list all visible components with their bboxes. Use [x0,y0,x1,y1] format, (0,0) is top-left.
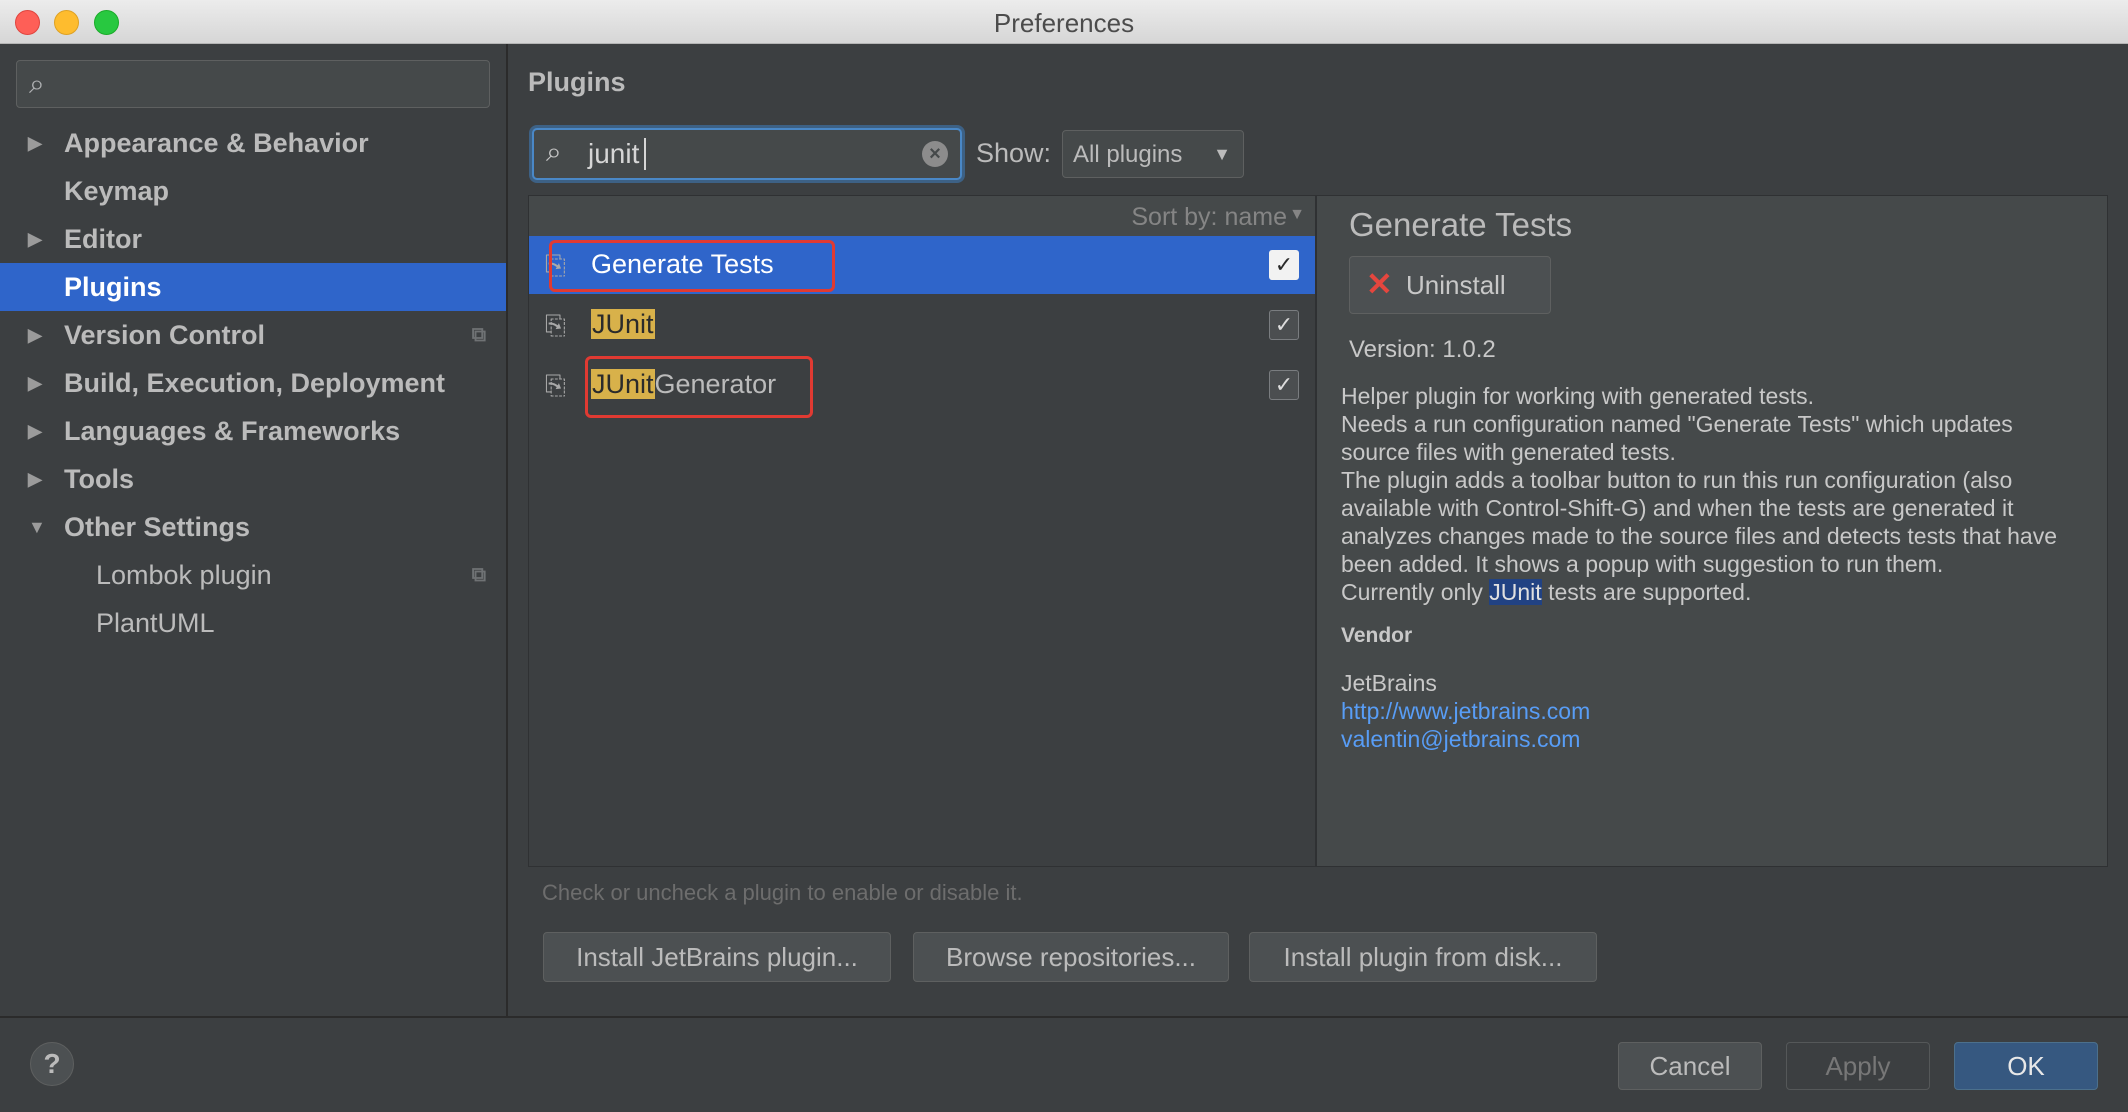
plugin-version: Version: 1.0.2 [1349,336,1496,363]
plugin-enabled-checkbox[interactable]: ✓ [1269,250,1299,280]
plugin-row-junit[interactable]: ⎘ JUnit ✓ [529,296,1315,354]
expand-arrow-icon[interactable]: ▶ [28,215,42,263]
plugin-list: Sort by: name ▼ ⎘ Generate Tests ✓ ⎘ JUn… [528,195,1316,867]
sidebar-item-keymap[interactable]: Keymap [0,167,506,215]
sidebar-item-plantuml[interactable]: PlantUML [0,599,506,647]
sort-header[interactable]: Sort by: name ▼ [529,196,1315,237]
hint-text: Check or uncheck a plugin to enable or d… [542,880,1023,905]
plugin-description: Helper plugin for working with generated… [1341,383,2057,605]
plugin-enabled-checkbox[interactable]: ✓ [1269,310,1299,340]
sidebar-search-input[interactable]: ⌕ [16,60,490,108]
search-icon: ⌕ [546,136,562,167]
sidebar-item-lombok-plugin[interactable]: Lombok plugin ⧉ [0,551,506,599]
sidebar-item-other-settings[interactable]: ▼ Other Settings [0,503,506,551]
title-bar: Preferences [0,0,2128,44]
show-filter-select[interactable]: All plugins ▼ [1062,130,1244,178]
plugin-detail-title: Generate Tests [1349,206,1573,243]
copy-icon: ⧉ [471,564,486,586]
expand-arrow-icon[interactable]: ▶ [28,119,42,167]
chevron-down-icon: ▼ [1289,206,1305,223]
vendor-url-link[interactable]: http://www.jetbrains.com [1341,698,1590,725]
expand-arrow-icon[interactable]: ▶ [28,359,42,407]
expand-arrow-icon[interactable]: ▶ [28,311,42,359]
apply-button[interactable]: Apply [1786,1042,1930,1090]
search-icon: ⌕ [29,68,45,99]
expand-arrow-icon[interactable]: ▶ [28,407,42,455]
plugin-icon: ⎘ [545,310,566,340]
plugin-detail-panel: Generate Tests ✕ Uninstall Version: 1.0.… [1316,195,2108,867]
cancel-button[interactable]: Cancel [1618,1042,1762,1090]
search-value[interactable]: junit [588,138,639,170]
annotation-box [585,356,813,418]
sidebar-item-version-control[interactable]: ▶ Version Control ⧉ [0,311,506,359]
sidebar-item-languages-frameworks[interactable]: ▶ Languages & Frameworks [0,407,506,455]
install-from-disk-button[interactable]: Install plugin from disk... [1249,932,1597,982]
plugin-search-input[interactable]: ⌕ junit × [532,128,962,180]
show-label: Show: [976,138,1052,168]
plugin-icon: ⎘ [545,370,566,400]
vendor-email-link[interactable]: valentin@jetbrains.com [1341,726,1580,753]
sidebar-item-build-execution-deployment[interactable]: ▶ Build, Execution, Deployment [0,359,506,407]
help-icon[interactable]: ? [30,1042,74,1086]
install-jetbrains-plugin-button[interactable]: Install JetBrains plugin... [543,932,891,982]
vendor-name: JetBrains [1341,670,1437,696]
chevron-down-icon: ▼ [1213,144,1231,164]
uninstall-button[interactable]: ✕ Uninstall [1349,256,1551,314]
expand-arrow-icon[interactable]: ▶ [28,455,42,503]
dialog-footer: ? Cancel Apply OK [0,1016,2128,1112]
ok-button[interactable]: OK [1954,1042,2098,1090]
plugin-enabled-checkbox[interactable]: ✓ [1269,370,1299,400]
sidebar-item-tools[interactable]: ▶ Tools [0,455,506,503]
clear-icon[interactable]: × [922,141,948,167]
page-title: Plugins [528,67,626,97]
sidebar-item-plugins[interactable]: Plugins [0,263,506,311]
browse-repositories-button[interactable]: Browse repositories... [913,932,1229,982]
text-caret [644,138,646,170]
window-title: Preferences [993,8,1135,38]
sidebar-item-appearance-behavior[interactable]: ▶ Appearance & Behavior [0,119,506,167]
uninstall-x-icon: ✕ [1366,266,1393,302]
copy-icon: ⧉ [471,324,486,346]
annotation-box [549,240,835,292]
sidebar-item-editor[interactable]: ▶ Editor [0,215,506,263]
settings-sidebar: ⌕ ▶ Appearance & Behavior Keymap ▶ Edito… [0,44,508,1017]
vendor-heading: Vendor [1341,624,1413,647]
collapse-arrow-icon[interactable]: ▼ [28,503,46,551]
